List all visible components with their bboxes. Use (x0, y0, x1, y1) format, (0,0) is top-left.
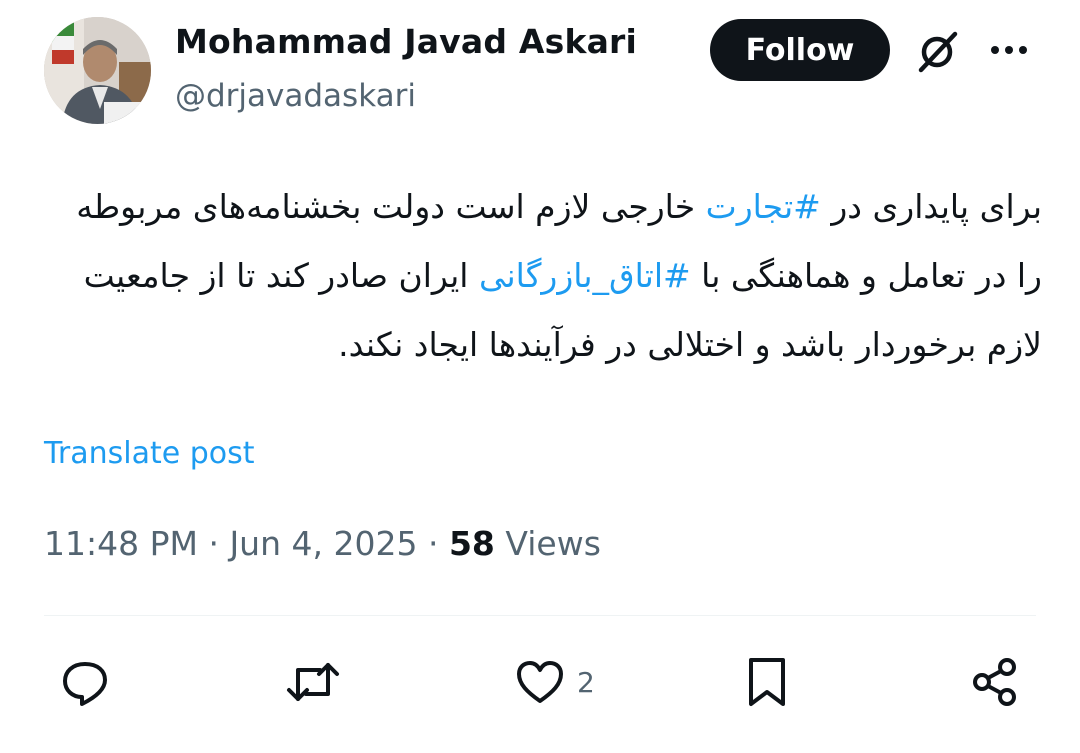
views-count: 58 (448, 524, 495, 563)
bookmark-icon (749, 658, 785, 706)
avatar[interactable] (44, 17, 151, 124)
reply-button[interactable] (58, 654, 112, 710)
reply-bubble-icon (63, 662, 107, 706)
repost-button[interactable] (284, 654, 342, 710)
tweet-time[interactable]: 11:48 PM (44, 524, 198, 563)
grok-slash-circle-icon[interactable] (913, 28, 961, 76)
translate-post-link[interactable]: Translate post (44, 436, 255, 471)
hashtag-link-otagh-bazargani[interactable]: #اتاق_بازرگانی (479, 256, 691, 295)
follow-button[interactable]: Follow (710, 19, 890, 81)
more-dots-icon[interactable] (985, 30, 1033, 70)
tweet-text-part: برای پایداری در (820, 187, 1042, 226)
meta-separator: · (197, 524, 230, 563)
tweet-date[interactable]: Jun 4, 2025 (229, 524, 417, 563)
like-count: 2 (577, 665, 595, 699)
meta-separator: · (417, 524, 449, 563)
bookmark-button[interactable] (742, 654, 792, 710)
share-icon (973, 658, 1016, 706)
hashtag-link-tejarat[interactable]: #تجارت (706, 187, 821, 226)
author-handle[interactable]: @drjavadaskari (175, 78, 416, 114)
tweet-meta: 11:48 PM · Jun 4, 2025 · 58 Views (44, 524, 601, 563)
divider (44, 615, 1036, 616)
heart-icon (517, 661, 563, 703)
author-display-name[interactable]: Mohammad Javad Askari (175, 22, 637, 61)
share-button[interactable] (968, 654, 1022, 710)
repost-icon (287, 663, 339, 701)
tweet-text: برای پایداری در #تجارت خارجی لازم است دو… (42, 172, 1042, 379)
views-label: Views (494, 524, 601, 563)
like-button[interactable]: 2 (513, 654, 595, 710)
